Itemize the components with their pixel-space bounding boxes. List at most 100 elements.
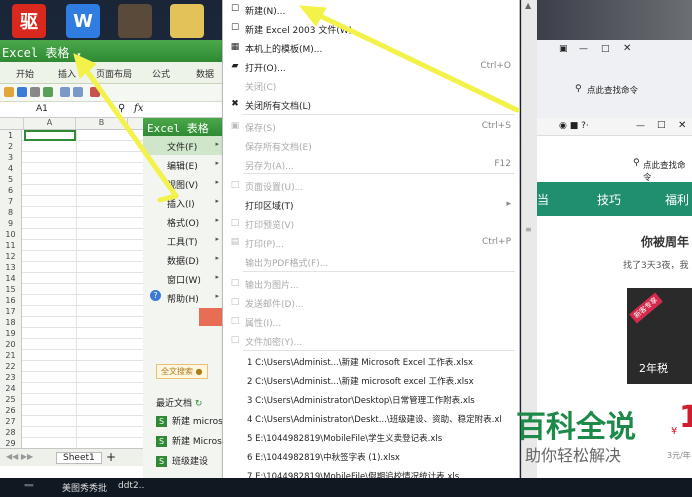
- recent-file-item[interactable]: 5 E:\1044982819\MobileFile\学生义卖登记表.xls: [223, 428, 521, 447]
- row-number[interactable]: 18: [0, 317, 22, 328]
- row-number[interactable]: 12: [0, 251, 22, 262]
- maximize-icon[interactable]: □: [601, 44, 610, 54]
- banner-left-text[interactable]: 当: [537, 191, 549, 208]
- row-number[interactable]: 1: [0, 130, 22, 141]
- file-menu-item[interactable]: □ 打印预览(V): [223, 214, 521, 233]
- menu-item[interactable]: 视图(V) ▸: [143, 174, 223, 193]
- grid-cell[interactable]: [76, 372, 77, 383]
- ribbon-tab[interactable]: 开始: [16, 67, 34, 80]
- grid-cell[interactable]: [76, 185, 77, 196]
- row-number[interactable]: 15: [0, 284, 22, 295]
- row-number[interactable]: 16: [0, 295, 22, 306]
- undo-icon[interactable]: [60, 87, 70, 97]
- row-number[interactable]: 28: [0, 427, 22, 438]
- file-menu-item[interactable]: ☐ 新建(N)...: [223, 0, 521, 19]
- recent-file-item[interactable]: 3 C:\Users\Administrator\Desktop\日常管理工作附…: [223, 390, 521, 409]
- wps-writer-icon[interactable]: W: [66, 4, 100, 38]
- name-box[interactable]: A1: [36, 104, 48, 114]
- folder-icon[interactable]: [170, 4, 204, 38]
- grid-cell[interactable]: [76, 130, 77, 141]
- recent-file-item[interactable]: 2 C:\Users\Administ...\新建 microsoft exce…: [223, 371, 521, 390]
- search-command-text[interactable]: 点此查找命令: [587, 84, 638, 96]
- grid-cell[interactable]: [76, 240, 77, 251]
- file-menu-item[interactable]: 打印区域(T) ▸: [223, 195, 521, 214]
- add-sheet-button[interactable]: +: [106, 450, 116, 464]
- file-menu-item[interactable]: 保存所有文档(E): [223, 136, 521, 155]
- grid-cell[interactable]: [76, 196, 77, 207]
- minimize-icon[interactable]: —: [636, 121, 645, 131]
- grid-cell[interactable]: [76, 273, 77, 284]
- file-menu-item[interactable]: ☐ 新建 Excel 2003 文件(W): [223, 19, 521, 38]
- recent-doc-item[interactable]: S 新建 micros: [156, 414, 223, 427]
- recent-doc-item[interactable]: S 新建 Micros: [156, 434, 222, 447]
- active-cell[interactable]: [24, 130, 76, 141]
- refresh-icon[interactable]: ↻: [195, 399, 203, 409]
- photo-icon[interactable]: [118, 4, 152, 38]
- menu-item[interactable]: 插入(I) ▸: [143, 193, 223, 212]
- ribbon-tab[interactable]: 公式: [152, 67, 170, 80]
- file-menu-item[interactable]: ✖ 关闭所有文档(L): [223, 95, 521, 114]
- row-number[interactable]: 24: [0, 383, 22, 394]
- taskbar-item[interactable]: ddt2..: [118, 481, 144, 491]
- column-header-cell[interactable]: A: [24, 118, 76, 130]
- file-menu-item[interactable]: □ 页面设置(U)...: [223, 176, 521, 195]
- grid-cell[interactable]: [76, 174, 77, 185]
- grid-cell[interactable]: [76, 207, 77, 218]
- open-icon[interactable]: [4, 87, 14, 97]
- grid-cell[interactable]: [76, 141, 77, 152]
- minimize-icon[interactable]: —: [579, 44, 588, 54]
- sheet-tab[interactable]: Sheet1: [56, 452, 102, 464]
- row-number[interactable]: 20: [0, 339, 22, 350]
- banner-welfare-text[interactable]: 福利: [665, 191, 689, 208]
- grid-cell[interactable]: [76, 339, 77, 350]
- redo-icon[interactable]: [73, 87, 83, 97]
- grid-cell[interactable]: [76, 405, 77, 416]
- row-number[interactable]: 22: [0, 361, 22, 372]
- grid-cell[interactable]: [76, 383, 77, 394]
- recent-doc-item[interactable]: S 班级建设: [156, 454, 208, 467]
- grid-cell[interactable]: [76, 262, 77, 273]
- row-number[interactable]: 25: [0, 394, 22, 405]
- file-menu-item[interactable]: ▣ 保存(S) Ctrl+S: [223, 117, 521, 136]
- menu-item[interactable]: 编辑(E) ▸: [143, 155, 223, 174]
- menu-item[interactable]: 窗口(W) ▸: [143, 269, 223, 288]
- row-number[interactable]: 26: [0, 405, 22, 416]
- ribbon-tab[interactable]: 页面布局: [96, 67, 132, 80]
- grid-cell[interactable]: [76, 295, 77, 306]
- file-menu-item[interactable]: □ 文件加密(Y)...: [223, 331, 521, 350]
- ribbon-tab[interactable]: 插入: [58, 67, 76, 80]
- recent-file-item[interactable]: 1 C:\Users\Administ...\新建 Microsoft Exce…: [223, 352, 521, 371]
- row-number[interactable]: 7: [0, 196, 22, 207]
- recent-file-item[interactable]: 6 E:\1044982819\中秋签字表 (1).xlsx: [223, 447, 521, 466]
- grid-cell[interactable]: [76, 394, 77, 405]
- grid-cell[interactable]: [76, 317, 77, 328]
- row-number[interactable]: 27: [0, 416, 22, 427]
- grid-cell[interactable]: [76, 306, 77, 317]
- row-number[interactable]: 19: [0, 328, 22, 339]
- file-menu-item[interactable]: ▦ 本机上的模板(M)...: [223, 38, 521, 57]
- close-window-icon[interactable]: ✕: [678, 120, 686, 131]
- row-number[interactable]: 8: [0, 207, 22, 218]
- row-number[interactable]: 5: [0, 174, 22, 185]
- start-icon[interactable]: ➖: [24, 481, 34, 490]
- file-menu-item[interactable]: ▰ 打开(O)... Ctrl+O: [223, 57, 521, 76]
- row-number[interactable]: 23: [0, 372, 22, 383]
- sheet-nav-icon[interactable]: ◀◀ ▶▶: [6, 452, 33, 461]
- grid-cell[interactable]: [76, 251, 77, 262]
- row-number[interactable]: 11: [0, 240, 22, 251]
- row-number[interactable]: 4: [0, 163, 22, 174]
- preview-icon[interactable]: [43, 87, 53, 97]
- grid-cell[interactable]: [76, 229, 77, 240]
- grid-cell[interactable]: [76, 152, 77, 163]
- format-painter-icon[interactable]: [90, 87, 100, 97]
- grid-cell[interactable]: [76, 416, 77, 427]
- restore-icon[interactable]: ▣: [559, 44, 568, 54]
- menu-item[interactable]: 帮助(H) ▸?: [143, 288, 223, 307]
- row-number[interactable]: 14: [0, 273, 22, 284]
- wps-presentation-icon[interactable]: 驱: [12, 4, 46, 38]
- banner-tips-text[interactable]: 技巧: [597, 191, 621, 208]
- column-header-cell[interactable]: B: [76, 118, 128, 130]
- grid-cell[interactable]: [76, 284, 77, 295]
- save-icon[interactable]: [17, 87, 27, 97]
- full-text-search[interactable]: 全文搜索 ●: [156, 364, 208, 379]
